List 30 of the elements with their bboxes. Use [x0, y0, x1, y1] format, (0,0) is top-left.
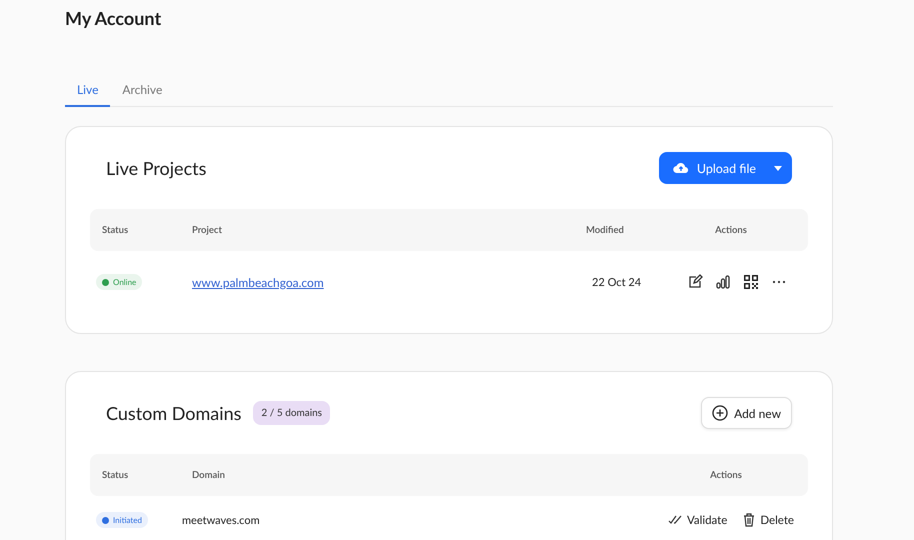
delete-button[interactable]: Delete — [743, 513, 794, 527]
status-badge: Online — [96, 274, 142, 290]
bar-chart-icon[interactable] — [715, 274, 731, 290]
column-header: Actions — [714, 224, 748, 236]
status-badge: Initiated — [96, 512, 148, 528]
table-cell-text: meetwaves.com — [182, 514, 261, 526]
project-link[interactable]: www.palmbeachgoa.com — [192, 274, 324, 290]
qr-code-icon[interactable] — [743, 274, 759, 290]
cloud-upload-icon — [672, 161, 689, 175]
column-header: Project — [192, 224, 223, 236]
table-cell-text: 22 Oct 24 — [592, 276, 642, 288]
column-header: Status — [102, 470, 130, 480]
upload-button[interactable]: Upload file — [658, 152, 792, 184]
column-header: Domain — [192, 470, 226, 480]
caret-icon[interactable] — [774, 166, 782, 170]
page-title: My Account — [65, 6, 162, 31]
plus-circle-icon — [712, 405, 728, 421]
trash-icon — [743, 513, 756, 527]
card-title: Live Projects — [106, 157, 206, 179]
add-button[interactable]: Add new — [701, 397, 792, 429]
count-badge: 2 / 5 domains — [253, 401, 330, 425]
edit-icon[interactable] — [687, 274, 703, 290]
tab[interactable]: Live — [65, 76, 110, 107]
card-title: Custom Domains — [106, 402, 242, 424]
tab[interactable]: Archive — [110, 76, 174, 107]
column-header: Modified — [586, 224, 625, 236]
column-header: Actions — [709, 470, 743, 480]
double-check-icon — [668, 515, 682, 525]
column-header: Status — [102, 224, 130, 236]
validate-button[interactable]: Validate — [668, 513, 728, 527]
